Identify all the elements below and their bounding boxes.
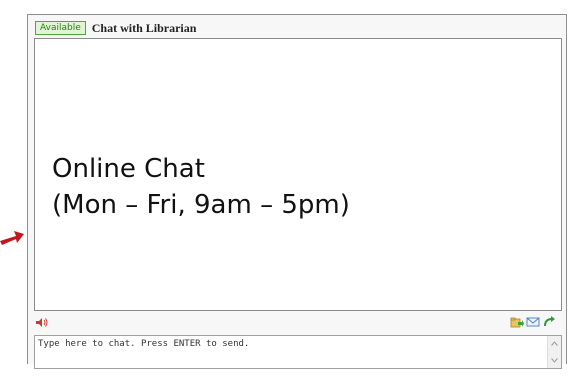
chat-title: Chat with Librarian [91, 20, 197, 35]
chat-input[interactable] [35, 336, 545, 368]
scroll-down-button[interactable] [549, 355, 560, 366]
input-scrollbar[interactable] [547, 336, 561, 368]
chevron-down-icon [551, 358, 558, 363]
red-arrow-icon [0, 231, 24, 245]
scroll-up-button[interactable] [549, 338, 560, 349]
chat-message-line2: (Mon – Fri, 9am – 5pm) [52, 190, 350, 220]
status-badge: Available [35, 21, 86, 35]
chat-message-line1: Online Chat [52, 154, 205, 184]
chat-toolbar [34, 315, 562, 331]
email-icon[interactable] [526, 315, 540, 329]
chevron-up-icon [551, 341, 558, 346]
file-transfer-icon[interactable] [510, 315, 524, 329]
refresh-icon[interactable] [542, 315, 556, 329]
chat-input-box [34, 335, 562, 369]
chat-hours-message: Online Chat (Mon – Fri, 9am – 5pm) [52, 151, 350, 223]
chat-transcript: Online Chat (Mon – Fri, 9am – 5pm) [34, 38, 562, 311]
speaker-icon[interactable] [36, 317, 48, 328]
chat-widget: Available Chat with Librarian Online Cha… [27, 14, 567, 369]
chat-header: Available Chat with Librarian [35, 21, 196, 35]
